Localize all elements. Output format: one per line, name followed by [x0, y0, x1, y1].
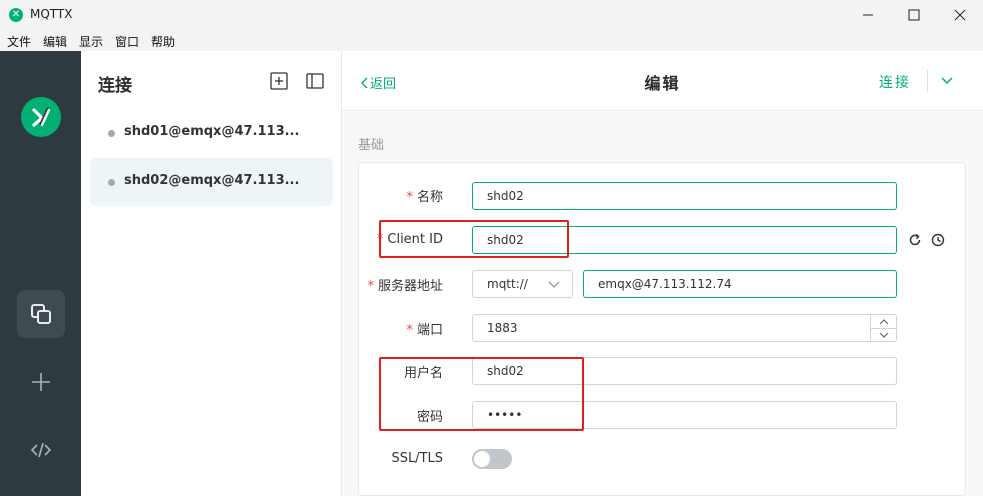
connection-item[interactable]: shd01@emqx@47.113... [90, 109, 333, 157]
protocol-value: mqtt:// [487, 277, 528, 291]
rail-script-button[interactable] [17, 426, 65, 474]
close-window-button[interactable] [937, 0, 983, 31]
section-basic-label: 基础 [358, 138, 385, 153]
minimize-icon [863, 14, 873, 16]
basic-settings-card: * 名称 shd02 * Client ID shd02 * 服务器地址 mqtt:/… [358, 162, 966, 496]
refresh-icon [909, 233, 921, 246]
mqttx-logo [21, 97, 61, 137]
ssl-toggle[interactable] [472, 449, 512, 469]
connection-status-dot [108, 179, 115, 186]
ssl-toggle-knob [474, 451, 490, 467]
connection-list-panel: 连接 shd01@emqx@47.113... shd02@emqx@47.11… [81, 51, 342, 496]
connect-button[interactable]: 连接 [879, 72, 911, 92]
menu-window[interactable]: 窗口 [115, 33, 139, 50]
editor-header: 返回 编辑 连接 [342, 51, 983, 111]
left-rail [0, 51, 81, 496]
host-input[interactable]: emqx@47.113.112.74 [583, 270, 897, 298]
name-label: * 名称 [406, 190, 443, 205]
credentials-highlight-box [379, 357, 584, 431]
menu-file[interactable]: 文件 [7, 33, 31, 50]
minimize-button[interactable] [845, 0, 891, 31]
app-logo-icon: ✕ [9, 8, 23, 22]
new-collection-button[interactable] [270, 72, 288, 90]
close-icon [954, 9, 966, 21]
port-value: 1883 [487, 321, 518, 335]
copy-icon [31, 304, 51, 324]
client-id-time-button[interactable] [931, 233, 945, 247]
mqttx-logo-icon [32, 107, 51, 127]
menu-bar: 文件 编辑 显示 窗口 帮助 [0, 31, 983, 51]
port-increment-button[interactable] [871, 315, 896, 328]
rail-new-connection-button[interactable] [17, 358, 65, 406]
plus-icon [32, 373, 50, 391]
menu-edit[interactable]: 编辑 [43, 33, 67, 50]
port-decrement-button[interactable] [871, 328, 896, 341]
clock-icon [931, 233, 945, 247]
add-box-icon [270, 72, 288, 90]
port-label: * 端口 [406, 323, 443, 338]
refresh-client-id-button[interactable] [908, 233, 922, 247]
window-title: MQTTX [30, 7, 73, 21]
chevron-up-icon [879, 319, 889, 325]
rail-connections-button[interactable] [17, 290, 65, 338]
maximize-icon [908, 9, 920, 21]
toggle-sidebar-button[interactable] [306, 72, 324, 90]
connection-name: shd02@emqx@47.113... [124, 173, 300, 188]
connect-options-button[interactable] [940, 74, 954, 88]
connections-title: 连接 [98, 76, 132, 96]
menu-help[interactable]: 帮助 [151, 33, 175, 50]
connection-item[interactable]: shd02@emqx@47.113... [90, 158, 333, 206]
port-input[interactable]: 1883 [472, 314, 897, 342]
port-stepper [870, 315, 896, 341]
chevron-down-icon [548, 281, 560, 288]
header-divider [927, 70, 928, 92]
chevron-down-icon [879, 332, 889, 338]
chevron-down-icon [941, 77, 953, 85]
ssl-label: SSL/TLS [391, 451, 443, 466]
connection-status-dot [108, 130, 115, 137]
name-input[interactable]: shd02 [472, 182, 897, 210]
sidebar-icon [306, 73, 324, 89]
code-icon [30, 442, 52, 458]
maximize-button[interactable] [891, 0, 937, 31]
client-id-highlight-box [379, 220, 569, 258]
title-bar: ✕ MQTTX [0, 0, 983, 31]
protocol-select[interactable]: mqtt:// [472, 270, 573, 298]
menu-view[interactable]: 显示 [79, 33, 103, 50]
connection-name: shd01@emqx@47.113... [124, 124, 300, 139]
host-label: * 服务器地址 [367, 279, 443, 294]
